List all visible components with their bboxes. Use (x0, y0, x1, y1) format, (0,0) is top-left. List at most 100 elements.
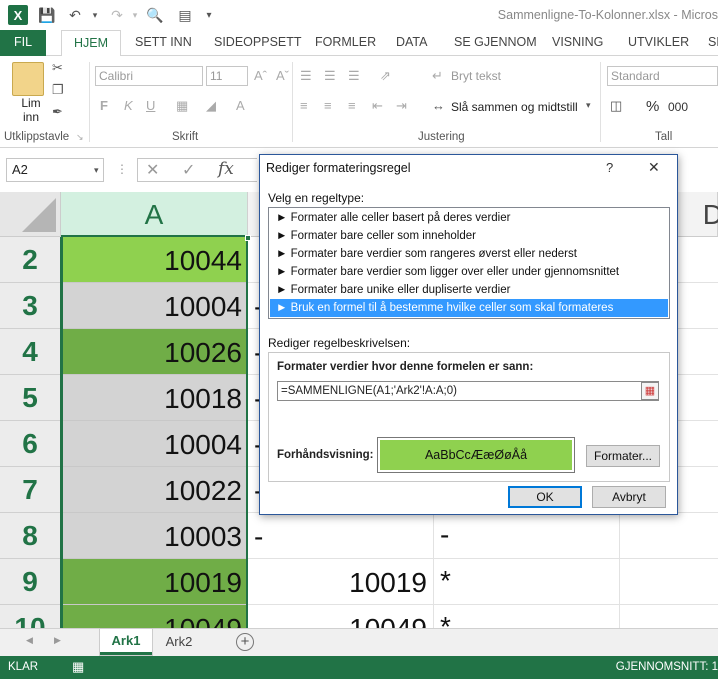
undo-icon[interactable]: ↶ (66, 6, 84, 24)
rule-type-item[interactable]: ► Formater bare verdier som rangeres øve… (270, 245, 668, 263)
tab-formulas[interactable]: FORMLER (315, 30, 376, 56)
tab-data[interactable]: DATA (396, 30, 427, 56)
align-bottom-icon[interactable]: ☰ (348, 68, 360, 84)
underline-icon[interactable]: U (146, 98, 155, 113)
name-box-dropdown-icon[interactable]: ▾ (94, 165, 99, 176)
copy-icon[interactable]: ❐ (52, 82, 64, 98)
customize-toolbar-icon[interactable]: ▾ (200, 6, 218, 24)
increase-indent-icon[interactable]: ⇥ (396, 98, 407, 114)
cell-a[interactable]: 10004 (61, 421, 248, 467)
rule-type-item[interactable]: ► Formater bare celler som inneholder (270, 227, 668, 245)
confirm-entry-icon[interactable]: ✓ (182, 160, 195, 180)
tab-file[interactable]: FIL (0, 30, 46, 56)
row-header[interactable]: 10 (0, 605, 61, 628)
sheet-tab-ark2[interactable]: Ark2 (156, 629, 202, 655)
format-button[interactable]: Formater... (586, 445, 660, 467)
decrease-indent-icon[interactable]: ⇤ (372, 98, 383, 114)
cell-b[interactable]: 10019 (248, 559, 434, 605)
align-right-icon[interactable]: ≡ (348, 98, 356, 113)
cancel-button[interactable]: Avbryt (592, 486, 666, 508)
align-center-icon[interactable]: ≡ (324, 98, 332, 113)
sheet-tab-ark1[interactable]: Ark1 (100, 629, 152, 655)
dialog-close-button[interactable]: ✕ (648, 159, 660, 176)
percent-button[interactable]: % (646, 98, 659, 115)
cell-b[interactable]: - (248, 513, 434, 559)
dialog-help-button[interactable]: ? (606, 160, 613, 175)
column-header-a[interactable]: A (61, 192, 248, 237)
cell-a[interactable]: 10004 (61, 283, 248, 329)
rule-type-item[interactable]: ► Formater bare verdier som ligger over … (270, 263, 668, 281)
merge-center-button[interactable]: Slå sammen og midtstill (451, 100, 578, 114)
merge-dropdown-icon[interactable]: ▾ (586, 100, 591, 111)
row-header[interactable]: 4 (0, 329, 61, 375)
print-preview-icon[interactable]: 🔍 (146, 6, 164, 24)
tab-more[interactable]: SK (708, 30, 718, 56)
macro-record-icon[interactable]: ▦ (72, 659, 84, 675)
row-header[interactable]: 5 (0, 375, 61, 421)
tab-developer[interactable]: UTVIKLER (628, 30, 689, 56)
redo-icon[interactable]: ↷ (108, 6, 126, 24)
cell-a[interactable]: 10003 (61, 513, 248, 559)
cell-a[interactable]: 10022 (61, 467, 248, 513)
font-color-icon[interactable]: A (236, 98, 245, 113)
tab-review[interactable]: SE GJENNOM (454, 30, 537, 56)
format-painter-icon[interactable]: ✒ (52, 104, 63, 120)
cancel-entry-icon[interactable]: ✕ (146, 160, 159, 180)
rule-type-item[interactable]: ► Bruk en formel til å bestemme hvilke c… (270, 299, 668, 317)
font-size-combo[interactable]: 11 (206, 66, 248, 86)
tab-insert[interactable]: SETT INN (135, 30, 192, 56)
thousands-separator-button[interactable]: 000 (668, 100, 688, 114)
italic-icon[interactable]: K (124, 98, 133, 113)
row-header[interactable]: 2 (0, 237, 61, 283)
range-select-icon[interactable]: ▦ (641, 382, 659, 400)
scroll-sheets-right-icon[interactable]: ▶ (54, 635, 61, 646)
cut-icon[interactable]: ✂ (52, 60, 63, 76)
cell-c[interactable]: - (434, 513, 620, 559)
currency-format-icon[interactable]: ◫ (610, 98, 622, 114)
undo-dropdown-icon[interactable]: ▾ (86, 6, 104, 24)
cell-a[interactable]: 10044 (61, 237, 248, 283)
select-all-corner[interactable] (0, 192, 61, 237)
align-left-icon[interactable]: ≡ (300, 98, 308, 113)
row-header[interactable]: 9 (0, 559, 61, 605)
tab-home[interactable]: HJEM (61, 30, 121, 57)
new-sheet-icon[interactable]: + (236, 633, 254, 651)
formula-input[interactable]: =SAMMENLIGNE(A1;'Ark2'!A:A;0) (277, 381, 659, 401)
align-top-icon[interactable]: ☰ (300, 68, 312, 84)
wrap-text-icon[interactable]: ↵ (432, 68, 443, 84)
bold-icon[interactable]: F (100, 98, 108, 113)
rule-type-list[interactable]: ► Formater alle celler basert på deres v… (268, 207, 670, 319)
cell-b[interactable]: 10049 (248, 605, 434, 628)
insert-function-icon[interactable]: fx (218, 159, 234, 179)
fill-color-icon[interactable]: ◢ (206, 98, 216, 114)
form-icon[interactable]: ▤ (176, 6, 194, 24)
ok-button[interactable]: OK (508, 486, 582, 508)
row-header[interactable]: 3 (0, 283, 61, 329)
rule-type-item[interactable]: ► Formater bare unike eller dupliserte v… (270, 281, 668, 299)
paste-button-label[interactable]: Lim inn (14, 96, 48, 124)
cell-a[interactable]: 10019 (61, 559, 248, 605)
grow-font-icon[interactable]: Aˆ (254, 68, 267, 83)
row-header[interactable]: 6 (0, 421, 61, 467)
orientation-icon[interactable]: ⇗ (380, 68, 391, 84)
align-middle-icon[interactable]: ☰ (324, 68, 336, 84)
cell-d[interactable] (620, 559, 718, 605)
cell-c[interactable]: * (434, 605, 620, 628)
shrink-font-icon[interactable]: Aˇ (276, 68, 289, 83)
clipboard-launcher-icon[interactable]: ↘ (76, 132, 84, 143)
cell-c[interactable]: * (434, 559, 620, 605)
font-name-combo[interactable]: Calibri (95, 66, 203, 86)
cell-a[interactable]: 10018 (61, 375, 248, 421)
row-header[interactable]: 7 (0, 467, 61, 513)
fill-handle[interactable] (245, 235, 251, 241)
paste-icon[interactable] (12, 62, 44, 96)
scroll-sheets-left-icon[interactable]: ◀ (26, 635, 33, 646)
save-icon[interactable]: 💾 (38, 6, 56, 24)
cell-a[interactable]: 10026 (61, 329, 248, 375)
name-box[interactable]: A2 (6, 158, 104, 182)
redo-dropdown-icon[interactable]: ▾ (126, 6, 144, 24)
cell-d[interactable] (620, 513, 718, 559)
rule-type-item[interactable]: ► Formater alle celler basert på deres v… (270, 209, 668, 227)
merge-center-icon[interactable]: ↔ (432, 98, 445, 113)
cell-a[interactable]: 10049 (61, 605, 248, 628)
